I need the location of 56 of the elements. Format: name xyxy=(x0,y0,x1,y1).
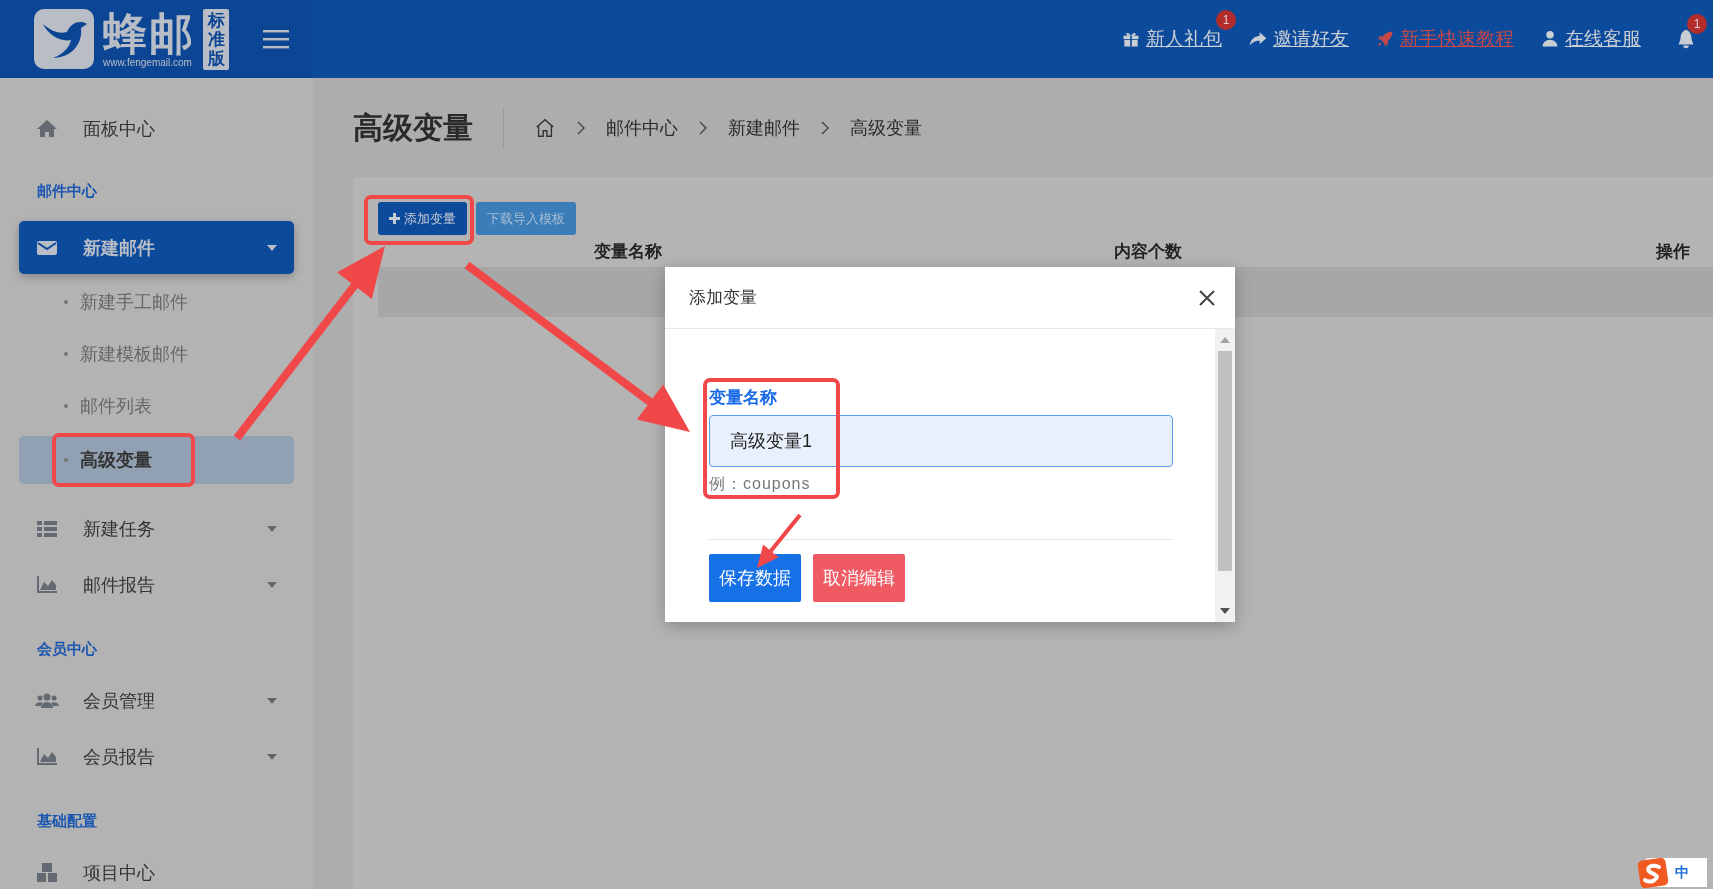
annotation-arrow xyxy=(757,513,802,568)
breadcrumb-item[interactable]: 高级变量 xyxy=(850,116,922,140)
scroll-down-icon[interactable] xyxy=(1220,608,1230,614)
field-hint: 例：coupons xyxy=(709,474,812,494)
submenu-item[interactable]: 新建手工邮件 xyxy=(19,276,294,328)
close-button[interactable] xyxy=(1199,289,1215,306)
sidebar-item[interactable]: 项目中心 xyxy=(19,845,294,889)
rocket-icon xyxy=(1375,29,1395,49)
boxes-icon xyxy=(35,861,59,885)
chevron-icon xyxy=(698,121,708,135)
page-title: 高级变量 xyxy=(353,107,504,149)
plus-icon xyxy=(389,213,400,224)
sidebar-item[interactable]: 会员报告 xyxy=(19,729,294,785)
section-heading: 基础配置 xyxy=(36,811,98,831)
field-label: 变量名称 xyxy=(709,387,778,409)
submenu-item[interactable]: 邮件列表 xyxy=(19,380,294,432)
input-field[interactable]: 高级变量1 xyxy=(709,415,1173,467)
count-badge: 1 xyxy=(1216,10,1236,30)
sidebar-item[interactable]: 新建任务 xyxy=(19,501,294,557)
dialog-title: 添加变量 xyxy=(689,287,757,309)
sidebar-item[interactable]: 邮件报告 xyxy=(19,557,294,613)
submenu-item[interactable]: 高级变量 xyxy=(19,436,294,484)
menu-icon[interactable] xyxy=(263,28,289,50)
submenu-item[interactable]: 新建模板邮件 xyxy=(19,328,294,380)
edition-label: 标准版 xyxy=(203,8,229,70)
caret-icon xyxy=(267,244,277,251)
chevron-icon xyxy=(820,121,830,135)
user-icon xyxy=(1540,29,1560,49)
toolbar-button[interactable]: 添加变量 xyxy=(378,202,467,235)
dialog-button[interactable]: 保存数据 xyxy=(709,554,801,602)
brand-name: 蜂邮 xyxy=(103,10,195,57)
scrollbar[interactable] xyxy=(1215,329,1235,622)
breadcrumb-item[interactable]: 新建邮件 xyxy=(728,116,800,140)
chevron-icon xyxy=(576,121,586,135)
bird-logo-icon xyxy=(33,8,95,70)
caret-icon xyxy=(267,582,277,588)
column-header: 内容个数 xyxy=(1113,240,1183,263)
section-heading: 会员中心 xyxy=(36,639,98,659)
site-url: www.fengemail.com xyxy=(103,56,193,68)
sidebar-item[interactable]: 会员管理 xyxy=(19,673,294,729)
section-heading: 邮件中心 xyxy=(36,181,98,201)
caret-icon xyxy=(267,526,277,532)
caret-icon xyxy=(267,754,277,760)
ime-logo-icon[interactable] xyxy=(1637,856,1669,889)
header-link[interactable]: 在线客服 xyxy=(1565,26,1641,52)
dialog-button[interactable]: 取消编辑 xyxy=(813,554,905,602)
breadcrumb-item[interactable]: 邮件中心 xyxy=(606,116,678,140)
home-icon[interactable] xyxy=(534,117,556,139)
sidebar-item[interactable]: 面板中心 xyxy=(19,103,294,155)
column-header: 操作 xyxy=(1654,240,1691,263)
header-link[interactable]: 邀请好友 xyxy=(1273,26,1349,52)
count-badge: 1 xyxy=(1687,14,1707,34)
column-header: 变量名称 xyxy=(593,240,663,263)
ime-mode-label[interactable]: 中 xyxy=(1675,863,1689,882)
sidebar-item[interactable]: 新建邮件 xyxy=(19,221,294,274)
caret-icon xyxy=(267,698,277,704)
